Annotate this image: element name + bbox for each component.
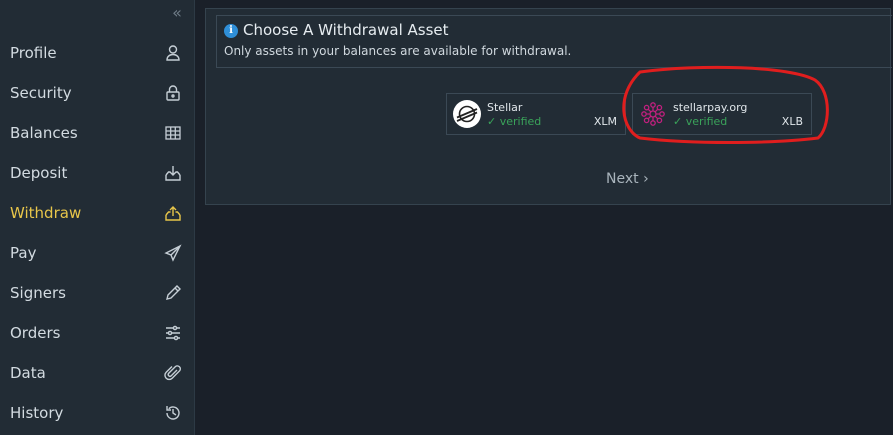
stellarpay-logo-icon: [639, 100, 667, 128]
sidebar-item-security[interactable]: Security: [0, 73, 194, 113]
sidebar-item-label: Signers: [10, 284, 66, 302]
sidebar-item-label: Security: [10, 84, 72, 102]
paperclip-icon: [163, 363, 183, 383]
sidebar-item-signers[interactable]: Signers: [0, 273, 194, 313]
asset-card-xlb[interactable]: stellarpay.org ✓ verified XLB: [632, 93, 812, 135]
verified-label: ✓ verified: [487, 115, 542, 128]
sidebar-item-label: Withdraw: [10, 204, 82, 222]
page-title: Choose A Withdrawal Asset: [243, 21, 449, 39]
asset-card-xlm[interactable]: Stellar ✓ verified XLM: [446, 93, 626, 135]
user-icon: [163, 43, 183, 63]
sidebar-item-pay[interactable]: Pay: [0, 233, 194, 273]
double-chevron-left-icon[interactable]: «: [168, 4, 186, 22]
withdraw-panel: i Choose A Withdrawal Asset Only assets …: [205, 8, 892, 205]
verified-label: ✓ verified: [673, 115, 728, 128]
asset-code: XLM: [593, 115, 617, 128]
paper-plane-icon: [163, 243, 183, 263]
withdraw-icon: [163, 203, 183, 223]
sidebar-item-label: Data: [10, 364, 46, 382]
sidebar-item-label: Balances: [10, 124, 78, 142]
next-button[interactable]: Next ›: [606, 169, 649, 189]
info-icon: i: [224, 24, 238, 38]
grid-icon: [163, 123, 183, 143]
page-subtitle: Only assets in your balances are availab…: [224, 44, 572, 58]
sidebar-item-history[interactable]: History: [0, 393, 194, 433]
sidebar-item-withdraw[interactable]: Withdraw: [0, 193, 194, 233]
sidebar-item-profile[interactable]: Profile: [0, 33, 194, 73]
header-box: i Choose A Withdrawal Asset Only assets …: [216, 15, 892, 68]
stellar-logo-icon: [453, 100, 481, 128]
sidebar-item-deposit[interactable]: Deposit: [0, 153, 194, 193]
deposit-icon: [163, 163, 183, 183]
sidebar-item-orders[interactable]: Orders: [0, 313, 194, 353]
sidebar-item-label: Pay: [10, 244, 37, 262]
sidebar-item-label: Profile: [10, 44, 57, 62]
asset-name: Stellar: [487, 101, 523, 114]
sidebar-item-data[interactable]: Data: [0, 353, 194, 393]
sliders-icon: [163, 323, 183, 343]
sidebar-item-label: Deposit: [10, 164, 68, 182]
asset-code: XLB: [781, 115, 803, 128]
pencil-icon: [163, 283, 183, 303]
sidebar-item-label: Orders: [10, 324, 61, 342]
asset-name: stellarpay.org: [673, 101, 748, 114]
lock-icon: [163, 83, 183, 103]
history-icon: [163, 403, 183, 423]
sidebar-item-balances[interactable]: Balances: [0, 113, 194, 153]
sidebar: « Profile Security Balances Deposit With…: [0, 0, 195, 435]
sidebar-item-label: History: [10, 404, 64, 422]
